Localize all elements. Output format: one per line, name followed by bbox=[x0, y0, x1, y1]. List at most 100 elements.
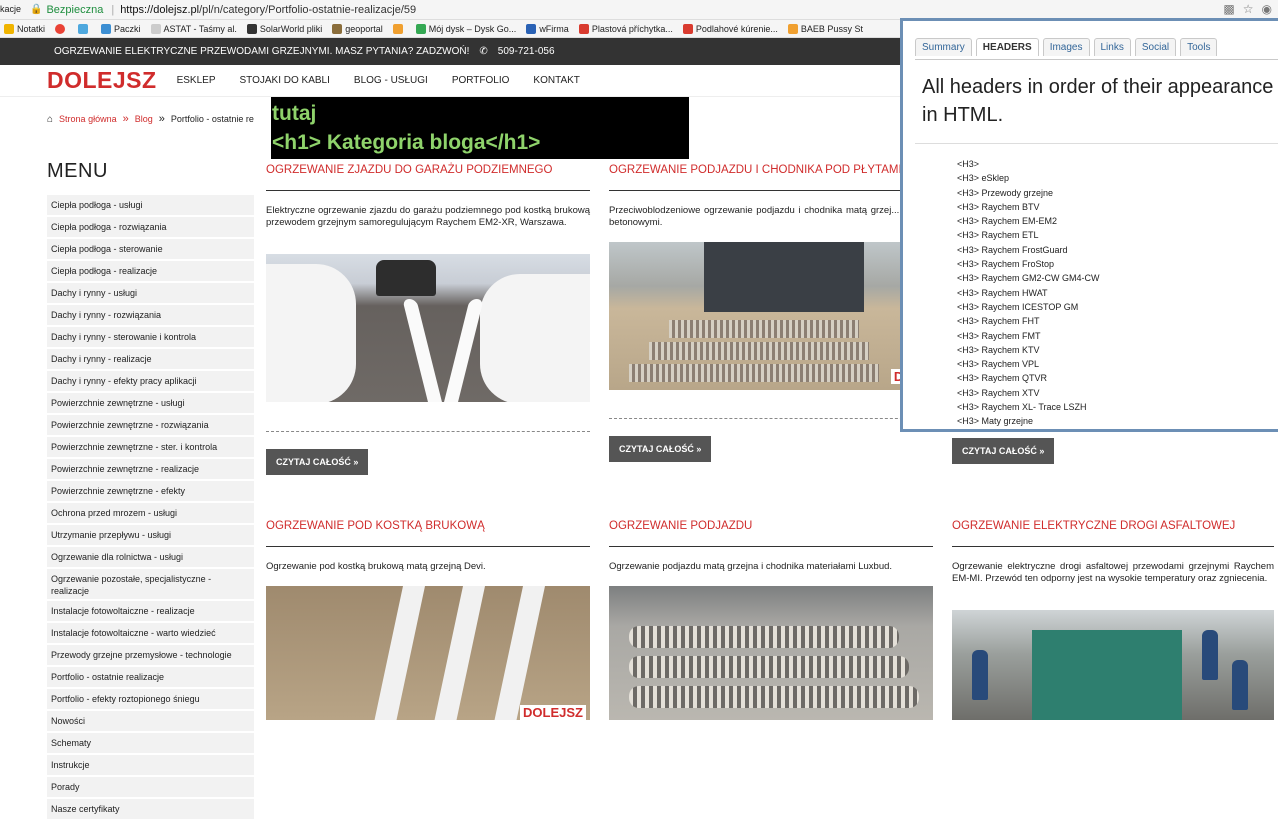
mail-icon[interactable] bbox=[78, 23, 91, 34]
nav-item-kontakt[interactable]: KONTAKT bbox=[533, 75, 579, 86]
header-list-item: <H3> Raychem HWAT bbox=[957, 287, 1048, 298]
extension-icon[interactable]: ◉ bbox=[1262, 2, 1272, 16]
phone-number[interactable]: 509-721-056 bbox=[498, 46, 555, 57]
secure-label: Bezpieczna bbox=[46, 3, 104, 16]
breadcrumb-home[interactable]: Strona główna bbox=[59, 114, 117, 124]
sidebar-menu-item[interactable]: Ciepła podłoga - realizacje bbox=[47, 261, 254, 281]
tab-links[interactable]: Links bbox=[1093, 38, 1131, 56]
sidebar-menu-item[interactable]: Przewody grzejne przemysłowe - technolog… bbox=[47, 645, 254, 665]
sidebar-menu-item[interactable]: Ciepła podłoga - sterowanie bbox=[47, 239, 254, 259]
dotted-divider bbox=[609, 418, 933, 419]
heating-mat bbox=[649, 342, 869, 360]
nav-item-blog[interactable]: BLOG - USŁUGI bbox=[354, 75, 428, 86]
bookmark-item[interactable]: SolarWorld pliki bbox=[246, 23, 322, 34]
sidebar-menu-item[interactable]: Ogrzewanie pozostałe, specjalistyczne - … bbox=[47, 569, 254, 599]
post-card: OGRZEWANIE ELEKTRYCZNE DROGI ASFALTOWEJ … bbox=[952, 520, 1274, 720]
header-list-item: <H3> Przewody grzejne bbox=[957, 187, 1054, 198]
bookmark-item[interactable] bbox=[392, 23, 406, 34]
sidebar-menu-item[interactable]: Ochrona przed mrozem - usługi bbox=[47, 503, 254, 523]
post-card: CZYTAJ CAŁOŚĆ » bbox=[952, 438, 1276, 468]
post-image[interactable]: DOLEJSZ bbox=[266, 586, 590, 720]
tab-social[interactable]: Social bbox=[1134, 38, 1177, 56]
bookmark-item[interactable]: Plastová příchytka... bbox=[578, 23, 673, 34]
nav-item-portfolio[interactable]: PORTFOLIO bbox=[452, 75, 510, 86]
read-more-button[interactable]: CZYTAJ CAŁOŚĆ » bbox=[952, 438, 1055, 464]
sidebar-menu-item[interactable]: Ogrzewanie dla rolnictwa - usługi bbox=[47, 547, 254, 567]
sidebar-menu-item[interactable]: Ciepła podłoga - rozwiązania bbox=[47, 217, 254, 237]
wfirma-icon bbox=[526, 23, 537, 34]
sidebar-menu-item[interactable]: Powierzchnie zewnętrzne - efekty bbox=[47, 481, 254, 501]
bookmark-item[interactable]: wFirma bbox=[526, 23, 569, 34]
sidebar-menu-item[interactable]: Instalacje fotowoltaiczne - realizacje bbox=[47, 601, 254, 621]
sidebar-menu-item[interactable]: Dachy i rynny - sterowanie i kontrola bbox=[47, 327, 254, 347]
tabs-underline bbox=[915, 59, 1278, 60]
sidebar-menu-item[interactable]: Powierzchnie zewnętrzne - rozwiązania bbox=[47, 415, 254, 435]
sidebar-menu-item[interactable]: Portfolio - ostatnie realizacje bbox=[47, 667, 254, 687]
nav-item-esklep[interactable]: ESKLEP bbox=[177, 75, 216, 86]
tab-summary[interactable]: Summary bbox=[915, 38, 972, 56]
sidebar-menu-item[interactable]: Dachy i rynny - usługi bbox=[47, 283, 254, 303]
post-card: OGRZEWANIE PODJAZDU I CHODNIKA POD PŁYTA… bbox=[609, 164, 933, 464]
bookmark-item[interactable]: ASTAT - Taśmy al. bbox=[150, 23, 237, 34]
sidebar-menu-item[interactable]: Utrzymanie przepływu - usługi bbox=[47, 525, 254, 545]
snow-bank bbox=[480, 274, 590, 402]
tab-headers[interactable]: HEADERS bbox=[975, 38, 1039, 56]
url-host: https://dolejsz.pl bbox=[120, 3, 200, 16]
post-image[interactable] bbox=[266, 254, 590, 402]
breadcrumb-blog[interactable]: Blog bbox=[135, 114, 153, 124]
post-title[interactable]: OGRZEWANIE PODJAZDU I CHODNIKA POD PŁYTA… bbox=[609, 164, 933, 191]
ph-icon bbox=[787, 23, 798, 34]
tab-images[interactable]: Images bbox=[1042, 38, 1090, 56]
bookmark-item[interactable]: Paczki bbox=[101, 23, 141, 34]
read-more-button[interactable]: CZYTAJ CAŁOŚĆ » bbox=[609, 436, 712, 462]
tab-fragment: kacje bbox=[0, 4, 22, 14]
bookmark-item[interactable]: BAEB Pussy St bbox=[787, 23, 863, 34]
car-shape bbox=[376, 260, 436, 296]
google-icon[interactable] bbox=[55, 23, 68, 34]
bookmark-item[interactable]: Podlahové kúrenie... bbox=[682, 23, 778, 34]
post-title[interactable]: OGRZEWANIE ELEKTRYCZNE DROGI ASFALTOWEJ bbox=[952, 520, 1274, 547]
sidebar-menu-item[interactable]: Instalacje fotowoltaiczne - warto wiedzi… bbox=[47, 623, 254, 643]
header-list-item: <H3> Raychem GM2-CW GM4-CW bbox=[957, 273, 1100, 284]
geoportal-icon bbox=[332, 23, 343, 34]
sidebar-menu-item[interactable]: Dachy i rynny - efekty pracy aplikacji bbox=[47, 371, 254, 391]
translate-icon[interactable]: ▩ bbox=[1223, 2, 1234, 16]
bookmark-item[interactable]: Mój dysk – Dysk Go... bbox=[415, 23, 516, 34]
post-title[interactable]: OGRZEWANIE PODJAZDU bbox=[609, 520, 933, 547]
post-title[interactable]: OGRZEWANIE ZJAZDU DO GARAŻU PODZIEMNEGO bbox=[266, 164, 590, 191]
sidebar-menu-item[interactable]: Porady bbox=[47, 777, 254, 797]
bookmark-item[interactable]: geoportal bbox=[332, 23, 383, 34]
site-logo[interactable]: DOLEJSZ bbox=[47, 67, 157, 94]
sidebar-menu-item[interactable]: Nasze certyfikaty bbox=[47, 799, 254, 819]
bookmark-item[interactable]: Notatki bbox=[4, 23, 45, 34]
overlay-line-1: tutaj bbox=[272, 102, 317, 125]
header-list-item: <H3> eSklep bbox=[957, 173, 1010, 184]
post-description: Ogrzewanie elektryczne drogi asfaltowej … bbox=[952, 561, 1274, 584]
sidebar-menu-item[interactable]: Nowości bbox=[47, 711, 254, 731]
sidebar-menu-item[interactable]: Powierzchnie zewnętrzne - ster. i kontro… bbox=[47, 437, 254, 457]
sidebar-menu-item[interactable]: Powierzchnie zewnętrzne - realizacje bbox=[47, 459, 254, 479]
home-icon: ⌂ bbox=[47, 113, 54, 125]
post-image[interactable] bbox=[952, 610, 1274, 720]
sidebar-menu-item[interactable]: Schematy bbox=[47, 733, 254, 753]
post-image[interactable] bbox=[609, 586, 933, 720]
sidebar-menu-item[interactable]: Ciepła podłoga - usługi bbox=[47, 195, 254, 215]
post-title[interactable]: OGRZEWANIE POD KOSTKĄ BRUKOWĄ bbox=[266, 520, 590, 547]
star-icon[interactable]: ☆ bbox=[1243, 2, 1254, 16]
url-path: /pl/n/category/Portfolio-ostatnie-realiz… bbox=[199, 3, 417, 16]
cloud-icon bbox=[101, 23, 112, 34]
read-more-button[interactable]: CZYTAJ CAŁOŚĆ » bbox=[266, 449, 369, 475]
sidebar-menu-item[interactable]: Instrukcje bbox=[47, 755, 254, 775]
sidebar-menu-item[interactable]: Portfolio - efekty roztopionego śniegu bbox=[47, 689, 254, 709]
post-image[interactable]: DOLE bbox=[609, 242, 933, 390]
heating-mat bbox=[669, 320, 859, 338]
sidebar-menu-item[interactable]: Dachy i rynny - realizacje bbox=[47, 349, 254, 369]
sidebar-menu-item[interactable]: Powierzchnie zewnętrzne - usługi bbox=[47, 393, 254, 413]
image-watermark: DOLEJSZ bbox=[520, 705, 586, 720]
tab-tools[interactable]: Tools bbox=[1180, 38, 1218, 56]
headers-list: <H3> <H3> eSklep <H3> Przewody grzejne <H3>… bbox=[957, 157, 1100, 429]
address-bar[interactable]: https://dolejsz.pl/pl/n/category/Portfol… bbox=[120, 4, 416, 16]
garage-door bbox=[704, 242, 864, 312]
nav-item-stojaki[interactable]: STOJAKI DO KABLI bbox=[240, 75, 330, 86]
sidebar-menu-item[interactable]: Dachy i rynny - rozwiązania bbox=[47, 305, 254, 325]
